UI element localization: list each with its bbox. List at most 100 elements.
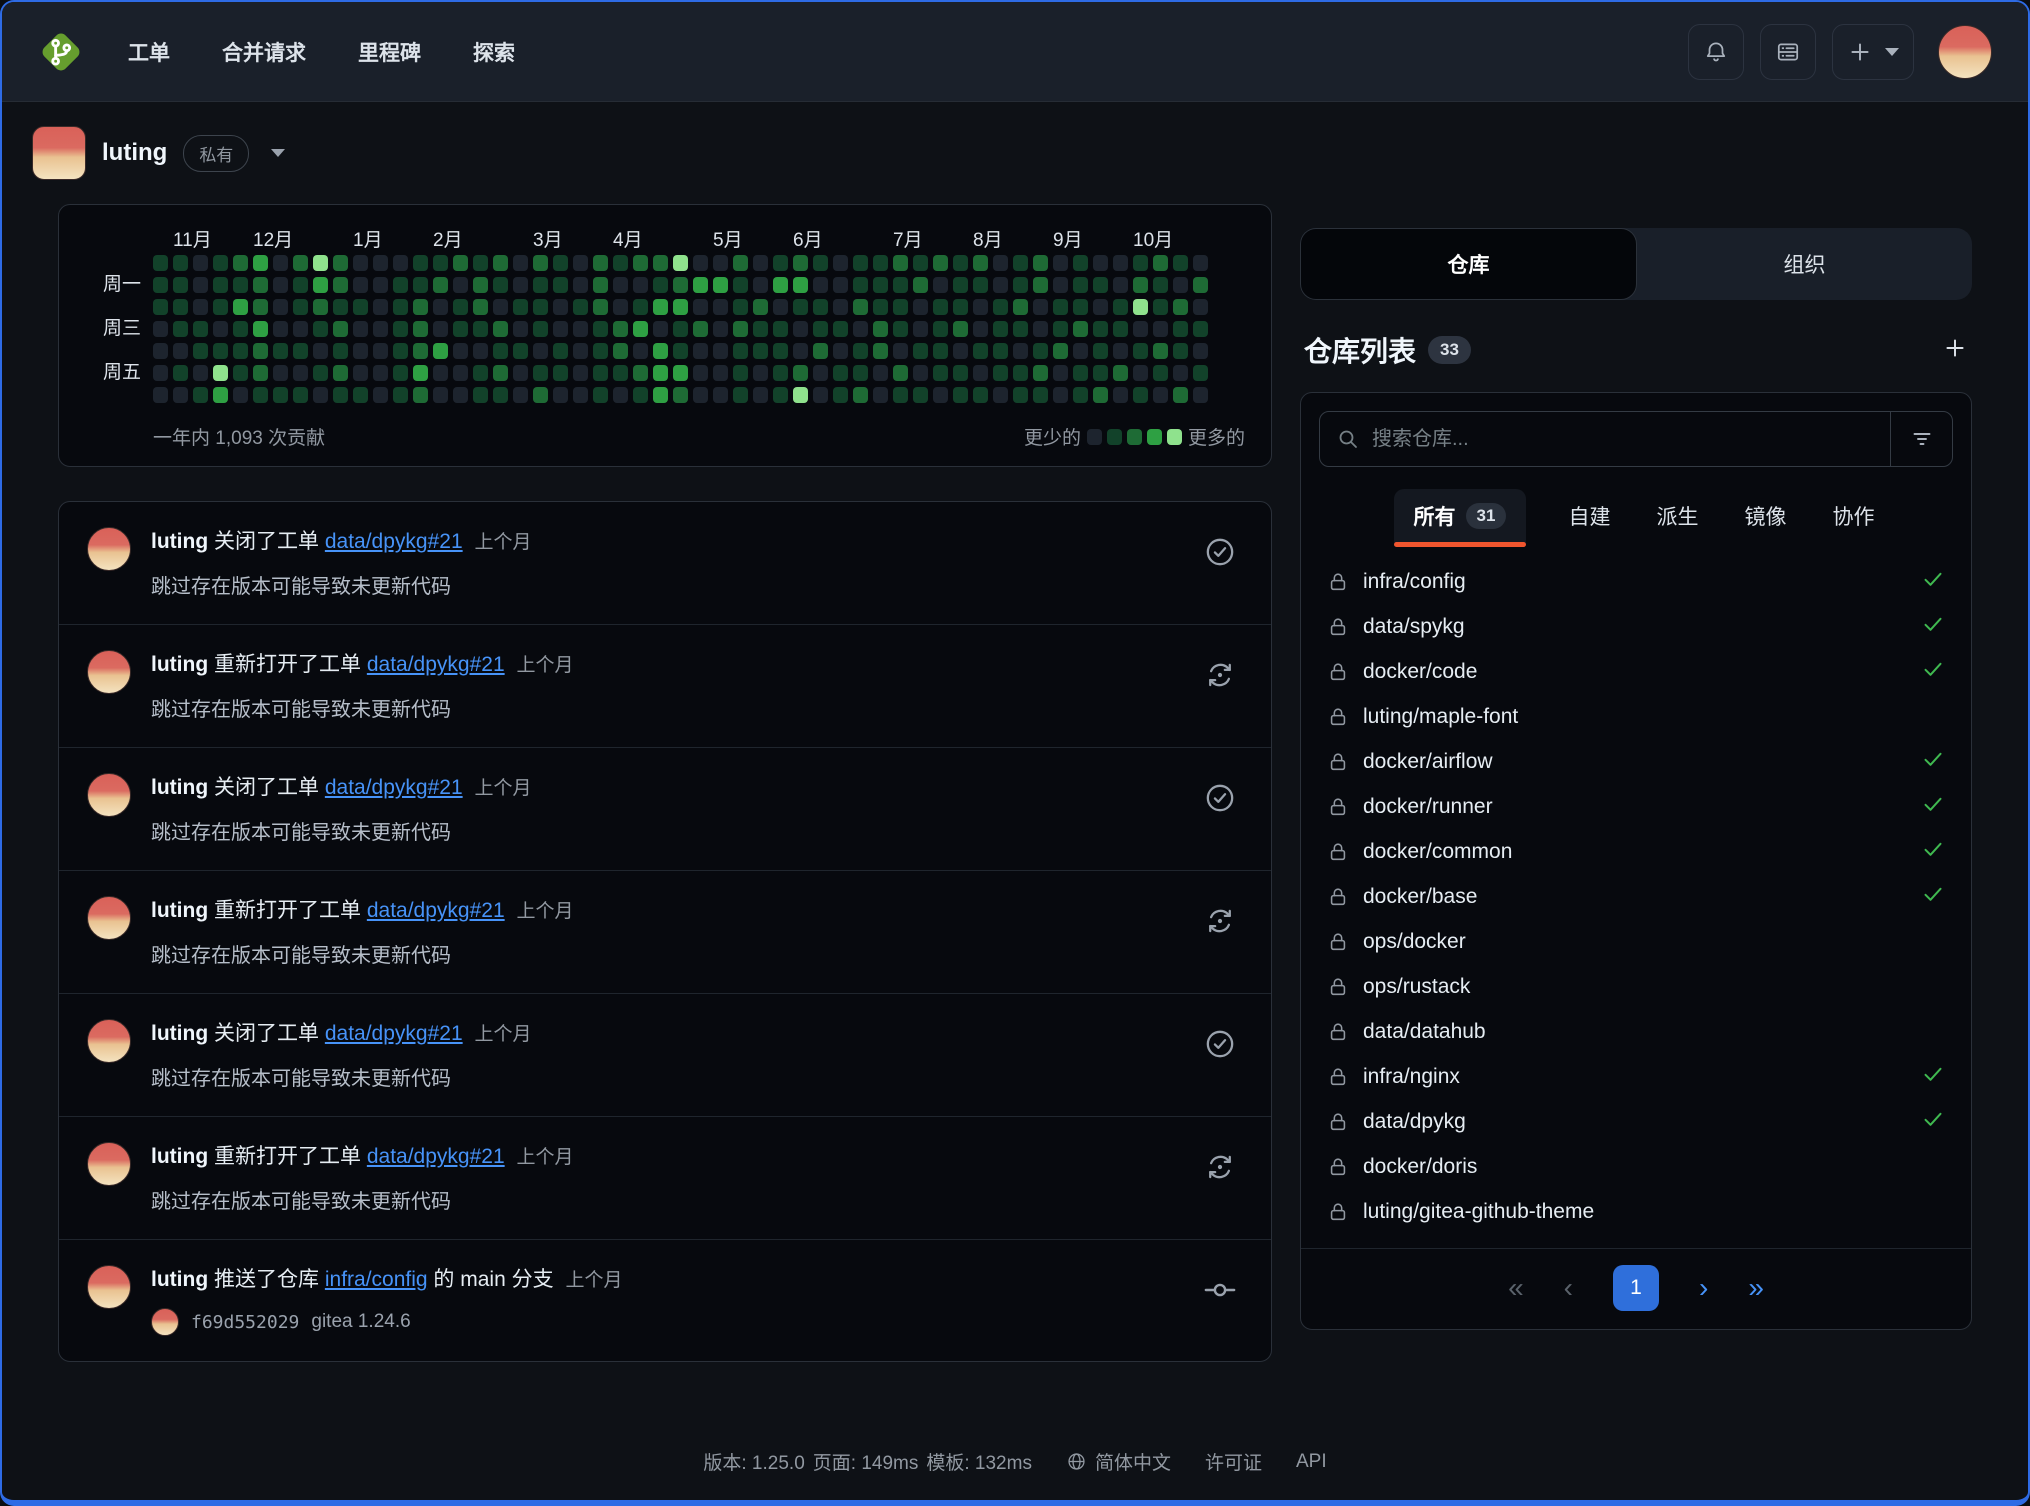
feed-repo-link[interactable]: data/dpykg#21 bbox=[325, 1022, 463, 1045]
heatmap-cell bbox=[253, 277, 268, 293]
feed-repo-link[interactable]: data/dpykg#21 bbox=[325, 530, 463, 553]
repo-name: docker/doris bbox=[1363, 1155, 1477, 1179]
heatmap-cell bbox=[273, 299, 288, 315]
heatmap-cell bbox=[1193, 321, 1208, 337]
pagination-last-button[interactable]: » bbox=[1748, 1274, 1764, 1302]
heatmap-cell bbox=[393, 321, 408, 337]
feed-avatar[interactable] bbox=[87, 650, 131, 694]
repo-row[interactable]: data/spykg bbox=[1319, 604, 1953, 649]
nav-link-0[interactable]: 工单 bbox=[128, 37, 170, 67]
notifications-button[interactable] bbox=[1688, 24, 1744, 80]
panel-tab-repositories[interactable]: 仓库 bbox=[1300, 228, 1637, 300]
profile-avatar[interactable] bbox=[32, 126, 86, 180]
repo-row[interactable]: docker/runner bbox=[1319, 784, 1953, 829]
feed-username-link[interactable]: luting bbox=[151, 1022, 208, 1045]
user-avatar[interactable] bbox=[1938, 25, 1992, 79]
repo-row[interactable]: docker/common bbox=[1319, 829, 1953, 874]
new-repo-button[interactable] bbox=[1942, 335, 1968, 366]
feed-repo-link[interactable]: data/dpykg#21 bbox=[367, 1145, 505, 1168]
heatmap-cell bbox=[1073, 365, 1088, 381]
repo-row[interactable]: docker/doris bbox=[1319, 1144, 1953, 1189]
heatmap-cell bbox=[353, 365, 368, 381]
heatmap-cell bbox=[333, 321, 348, 337]
heatmap-cell bbox=[953, 365, 968, 381]
pagination-current-page[interactable]: 1 bbox=[1613, 1265, 1659, 1311]
feed-repo-link[interactable]: data/dpykg#21 bbox=[325, 776, 463, 799]
feed-avatar[interactable] bbox=[87, 1142, 131, 1186]
heatmap-cell bbox=[353, 299, 368, 315]
repo-filter-tab-1[interactable]: 自建 bbox=[1564, 489, 1614, 543]
feed-username-link[interactable]: luting bbox=[151, 530, 208, 553]
feed-status-icon bbox=[1203, 1019, 1243, 1091]
nav-link-3[interactable]: 探索 bbox=[473, 37, 515, 67]
feed-item: luting 关闭了工单 data/dpykg#21 上个月 跳过存在版本可能导… bbox=[59, 748, 1271, 871]
feed-avatar[interactable] bbox=[87, 1019, 131, 1063]
feed-avatar[interactable] bbox=[87, 527, 131, 571]
feed-username-link[interactable]: luting bbox=[151, 899, 208, 922]
repo-row[interactable]: luting/maple-font bbox=[1319, 694, 1953, 739]
profile-dropdown-caret[interactable] bbox=[271, 149, 285, 157]
feed-username-link[interactable]: luting bbox=[151, 1145, 208, 1168]
globe-icon bbox=[1066, 1451, 1087, 1472]
repo-row[interactable]: docker/code bbox=[1319, 649, 1953, 694]
heatmap-cell bbox=[1173, 299, 1188, 315]
heatmap-cell bbox=[513, 365, 528, 381]
heatmap-cell bbox=[473, 321, 488, 337]
heatmap-cell bbox=[993, 255, 1008, 271]
language-switcher[interactable]: 简体中文 bbox=[1066, 1448, 1171, 1475]
heatmap-cell bbox=[573, 255, 588, 271]
repo-filter-button[interactable] bbox=[1890, 412, 1952, 466]
feed-username-link[interactable]: luting bbox=[151, 653, 208, 676]
repo-search-input[interactable] bbox=[1372, 428, 1874, 451]
create-new-button[interactable] bbox=[1832, 24, 1914, 80]
feed-username-link[interactable]: luting bbox=[151, 1268, 208, 1291]
feed-repo-link[interactable]: infra/config bbox=[325, 1268, 428, 1291]
repo-filter-tab-4[interactable]: 协作 bbox=[1828, 489, 1878, 543]
feed-repo-link[interactable]: data/dpykg#21 bbox=[367, 899, 505, 922]
heatmap-cell bbox=[733, 387, 748, 403]
feed-timestamp: 上个月 bbox=[474, 1024, 531, 1045]
legend-cell bbox=[1087, 429, 1102, 445]
repo-row[interactable]: data/dpykg bbox=[1319, 1099, 1953, 1144]
nav-link-2[interactable]: 里程碑 bbox=[358, 37, 421, 67]
repo-row[interactable]: infra/nginx bbox=[1319, 1054, 1953, 1099]
feed-avatar[interactable] bbox=[87, 773, 131, 817]
feed-repo-link[interactable]: data/dpykg#21 bbox=[367, 653, 505, 676]
heatmap-cell bbox=[673, 321, 688, 337]
repo-filter-tab-0[interactable]: 所有31 bbox=[1394, 489, 1527, 543]
heatmap-cell bbox=[713, 255, 728, 271]
heatmap-cell bbox=[553, 255, 568, 271]
heatmap-cell bbox=[653, 255, 668, 271]
heatmap-weekday-label: 周一 bbox=[103, 277, 141, 293]
nav-link-1[interactable]: 合并请求 bbox=[222, 37, 306, 67]
repo-row[interactable]: data/datahub bbox=[1319, 1009, 1953, 1054]
heatmap-cell bbox=[593, 299, 608, 315]
repo-row[interactable]: ops/docker bbox=[1319, 919, 1953, 964]
api-link[interactable]: API bbox=[1296, 1451, 1327, 1473]
repo-row[interactable]: docker/base bbox=[1319, 874, 1953, 919]
repo-row[interactable]: luting/gitea-github-theme bbox=[1319, 1189, 1953, 1234]
pagination-next-button[interactable]: › bbox=[1699, 1274, 1708, 1302]
heatmap-cell bbox=[653, 365, 668, 381]
license-link[interactable]: 许可证 bbox=[1205, 1448, 1262, 1475]
repo-row[interactable]: ops/rustack bbox=[1319, 964, 1953, 1009]
main-nav: 工单 合并请求 里程碑 探索 bbox=[128, 37, 515, 67]
pagination-first-button[interactable]: « bbox=[1508, 1274, 1524, 1302]
heatmap-cell bbox=[333, 277, 348, 293]
feed-username-link[interactable]: luting bbox=[151, 776, 208, 799]
repo-row[interactable]: infra/config bbox=[1319, 559, 1953, 604]
heatmap-cell bbox=[373, 365, 388, 381]
commit-sha-link[interactable]: f69d552029 bbox=[191, 1312, 299, 1333]
repo-filter-tab-2[interactable]: 派生 bbox=[1652, 489, 1702, 543]
heatmap-cell bbox=[793, 365, 808, 381]
admin-panel-button[interactable] bbox=[1760, 24, 1816, 80]
heatmap-cell bbox=[913, 277, 928, 293]
panel-tab-organizations[interactable]: 组织 bbox=[1637, 228, 1972, 300]
gitea-logo[interactable] bbox=[38, 29, 84, 75]
repo-filter-tab-3[interactable]: 镜像 bbox=[1740, 489, 1790, 543]
pagination-prev-button[interactable]: ‹ bbox=[1564, 1274, 1573, 1302]
feed-avatar[interactable] bbox=[87, 1265, 131, 1309]
repo-row[interactable]: docker/airflow bbox=[1319, 739, 1953, 784]
feed-avatar[interactable] bbox=[87, 896, 131, 940]
heatmap-cell bbox=[833, 365, 848, 381]
